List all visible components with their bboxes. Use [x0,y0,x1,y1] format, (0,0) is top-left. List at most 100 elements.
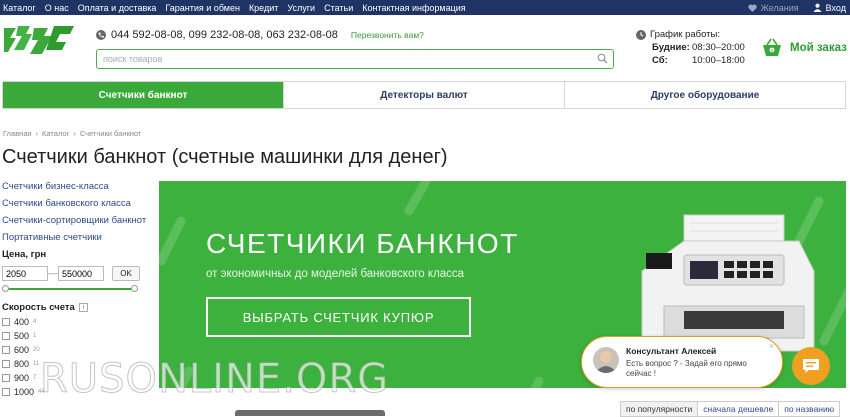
top-navigation-bar: Каталог О нас Оплата и доставка Гарантия… [0,0,850,15]
consultant-name: Консультант Алексей [626,346,717,356]
tab-currency-detectors[interactable]: Детекторы валют [284,82,565,108]
checkbox[interactable] [2,388,10,396]
speed-filter-label: Скорость счета [2,302,75,313]
sort-options: по популярности сначала дешевле по назва… [620,401,841,417]
speed-option[interactable]: 500 1 [2,331,152,341]
breadcrumb-catalog[interactable]: Каталог [42,129,69,138]
schedule-row-weekdays: Будние: 08:30–20:00 [636,42,745,53]
schedule-day: Будние: [652,42,690,53]
speed-option-label: 500 [14,331,30,341]
breadcrumb-home[interactable]: Главная [3,129,32,138]
speed-option-label: 400 [14,317,30,327]
work-schedule: График работы: Будние: 08:30–20:00 Сб: 1… [636,29,745,66]
speed-option-count: 1 [33,333,37,339]
schedule-day: Сб: [652,55,668,66]
checkbox[interactable] [2,374,10,382]
price-max-field[interactable] [58,266,104,281]
checkbox[interactable] [2,318,10,326]
info-icon[interactable]: i [78,303,88,312]
user-icon [813,3,822,12]
phone-block: 044 592-08-08, 099 232-08-08, 063 232-08… [96,29,424,41]
sort-cheaper-first[interactable]: сначала дешевле [697,401,780,417]
top-nav-warranty[interactable]: Гарантия и обмен [165,3,240,13]
speed-option-label: 900 [14,373,30,383]
price-filter: — OK [2,266,152,281]
tab-other-equipment[interactable]: Другое оборудование [565,82,845,108]
search-placeholder: поиск товаров [103,54,163,64]
top-nav-payment-delivery[interactable]: Оплата и доставка [78,3,157,13]
cart-label: Мой заказ [790,42,847,54]
product-preview-edge [235,410,385,416]
schedule-hours: 08:30–20:00 [692,42,745,53]
speed-option[interactable]: 400 4 [2,317,152,327]
speed-option-count: 4 [33,319,37,325]
schedule-hours: 10:00–18:00 [692,55,745,66]
wishlist-label: Желания [760,2,799,13]
checkbox[interactable] [2,360,10,368]
banner-subtitle: от экономичных до моделей банковского кл… [206,268,465,280]
consultant-message: Есть вопрос ? - Задай его прямо сейчас ! [626,359,747,378]
phone-numbers[interactable]: 044 592-08-08, 099 232-08-08, 063 232-08… [111,29,338,41]
sort-popularity[interactable]: по популярности [620,401,699,417]
chevron-right-icon: › [73,129,76,138]
sort-by-name[interactable]: по названию [778,401,841,417]
sidebar-link-business[interactable]: Счетчики бизнес-класса [2,181,152,193]
consultant-popup[interactable]: Консультант Алексей Есть вопрос ? - Зада… [581,336,783,388]
clock-icon [636,29,646,40]
range-dash: — [48,268,58,279]
callback-link[interactable]: Перезвонить вам? [351,30,424,40]
breadcrumb: Главная › Каталог › Счетчики банкнот [3,129,141,138]
schedule-row-saturday: Сб: 10:00–18:00 [636,55,745,66]
page-title: Счетчики банкнот (счетные машинки для де… [2,146,448,168]
sidebar-link-portable[interactable]: Портативные счетчики [2,232,152,244]
top-nav-about[interactable]: О нас [45,3,69,13]
price-slider-min-handle[interactable] [2,285,9,292]
category-tabs: Счетчики банкнот Детекторы валют Другое … [2,81,846,109]
speed-option-label: 600 [14,345,30,355]
cart-button[interactable]: 0 Мой заказ [761,38,847,58]
price-min-field[interactable] [2,266,48,281]
checkbox[interactable] [2,346,10,354]
tab-banknote-counters[interactable]: Счетчики банкнот [3,82,284,108]
speed-option-count: 11 [33,361,40,367]
top-nav-articles[interactable]: Статьи [324,3,353,13]
search-icon[interactable] [597,53,608,64]
login-link[interactable]: Вход [813,3,846,13]
choose-counter-button[interactable]: ВЫБРАТЬ СЧЕТЧИК КУПЮР [206,297,471,337]
schedule-title: График работы: [650,29,720,40]
banner-title: СЧЕТЧИКИ БАНКНОТ [206,228,519,259]
top-nav-services[interactable]: Услуги [287,3,315,13]
speed-option-count: 20 [33,347,40,353]
avatar [593,347,619,373]
breadcrumb-current: Счетчики банкнот [79,129,142,138]
price-ok-button[interactable]: OK [112,266,140,281]
top-nav-credit[interactable]: Кредит [249,3,278,13]
chevron-right-icon: › [35,129,39,138]
chat-bubble-icon [803,359,819,373]
watermark-text: RUSONLINE.ORG [39,356,390,403]
wishlist-link[interactable]: Желания [747,2,799,13]
close-icon[interactable]: × [769,341,774,351]
top-nav-catalog[interactable]: Каталог [3,3,36,13]
checkbox[interactable] [2,332,10,340]
speed-option[interactable]: 600 20 [2,345,152,355]
search-input[interactable]: поиск товаров [96,49,614,69]
basket-icon: 0 [763,38,781,56]
speed-option-label: 1000 [14,387,35,397]
chat-button[interactable] [792,347,830,385]
sidebar-link-bank[interactable]: Счетчики банковского класса [2,198,152,210]
speed-option-label: 800 [14,359,30,369]
price-filter-label: Цена, грн [2,249,47,260]
login-label: Вход [825,2,846,13]
site-logo[interactable] [2,22,78,66]
top-nav-contacts[interactable]: Контактная информация [362,3,465,13]
heart-icon [747,4,757,12]
speed-option-count: 7 [33,375,37,381]
sidebar-link-sorters[interactable]: Счетчики-сортировщики банкнот [2,215,152,227]
price-slider-max-handle[interactable] [131,285,138,292]
phone-icon [96,30,106,40]
speed-filter-header: Скорость счета i [2,302,152,313]
price-slider[interactable] [2,284,138,294]
price-slider-track [4,288,136,290]
top-nav-links: Каталог О нас Оплата и доставка Гарантия… [0,3,466,13]
